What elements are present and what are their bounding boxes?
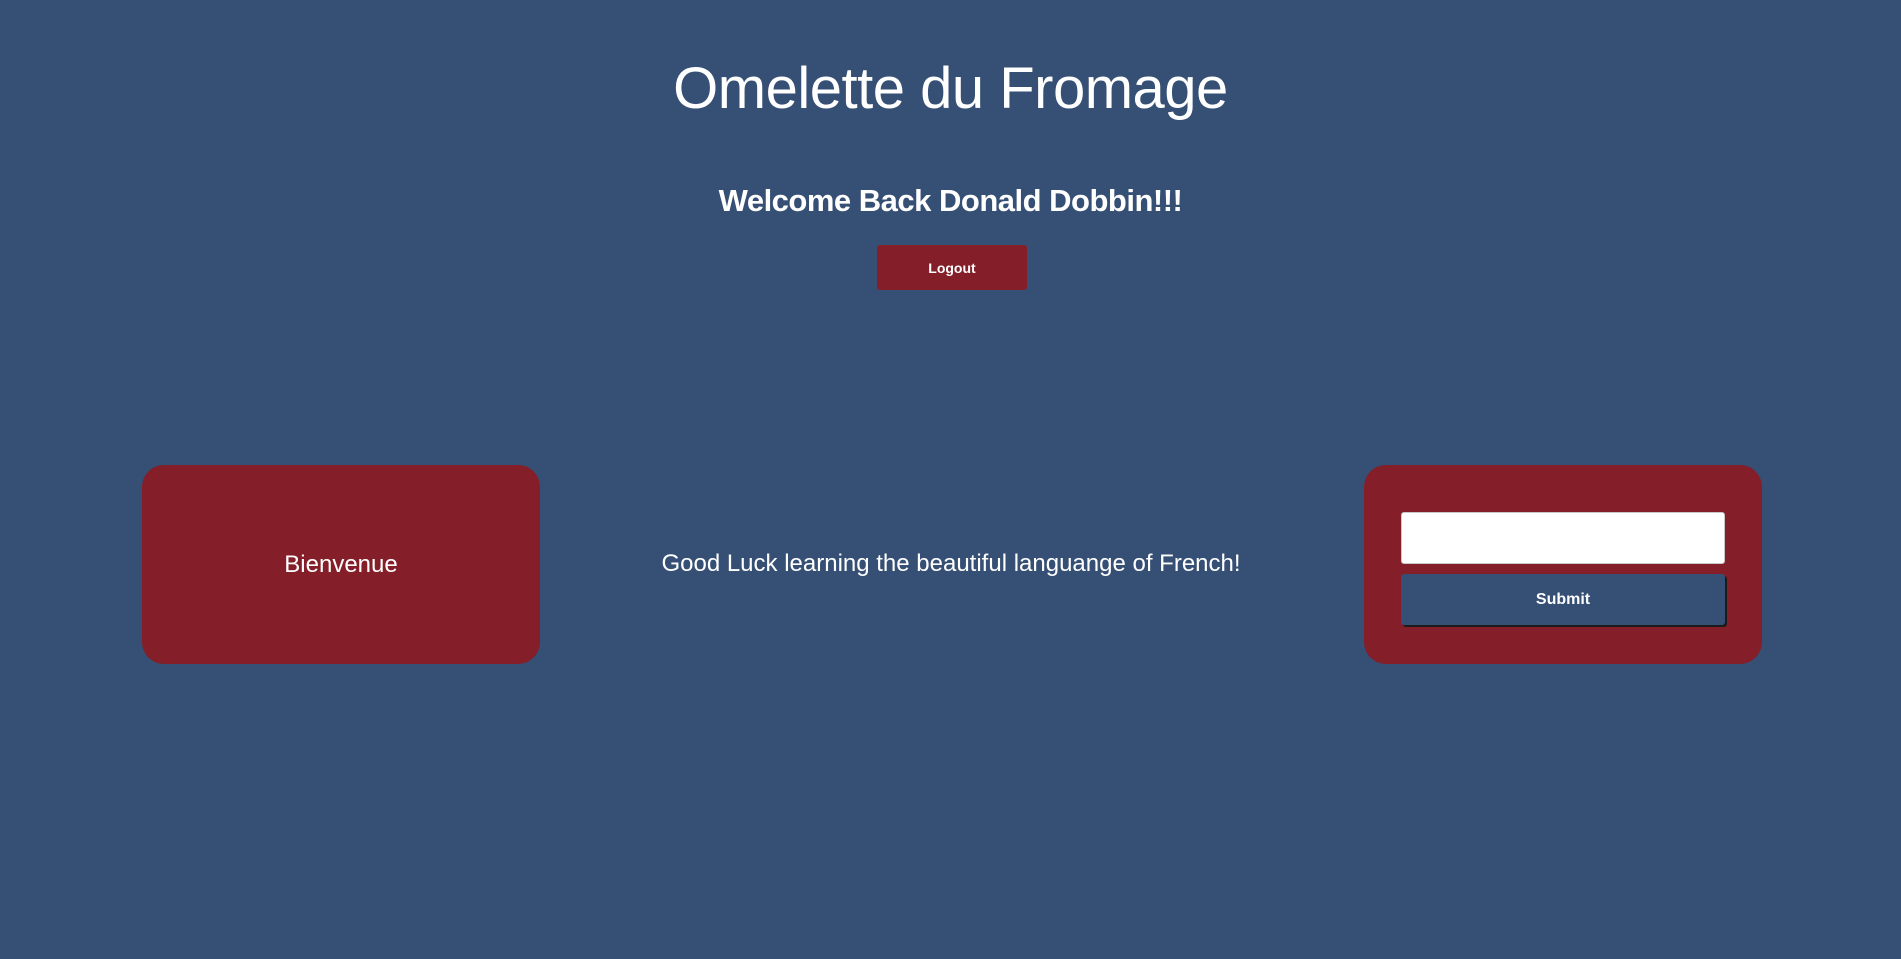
logout-button[interactable]: Logout bbox=[877, 245, 1027, 290]
prompt-word-card: Bienvenue bbox=[142, 465, 540, 664]
answer-input[interactable] bbox=[1401, 512, 1725, 564]
welcome-message: Welcome Back Donald Dobbin!!! bbox=[718, 183, 1183, 218]
answer-form-card: Submit bbox=[1364, 465, 1762, 664]
prompt-word: Bienvenue bbox=[284, 550, 398, 578]
page-title: Omelette du Fromage bbox=[673, 56, 1228, 121]
encouragement-message: Good Luck learning the beautiful languan… bbox=[661, 550, 1241, 577]
submit-button[interactable]: Submit bbox=[1401, 574, 1725, 625]
page: Omelette du Fromage Welcome Back Donald … bbox=[0, 0, 1901, 959]
